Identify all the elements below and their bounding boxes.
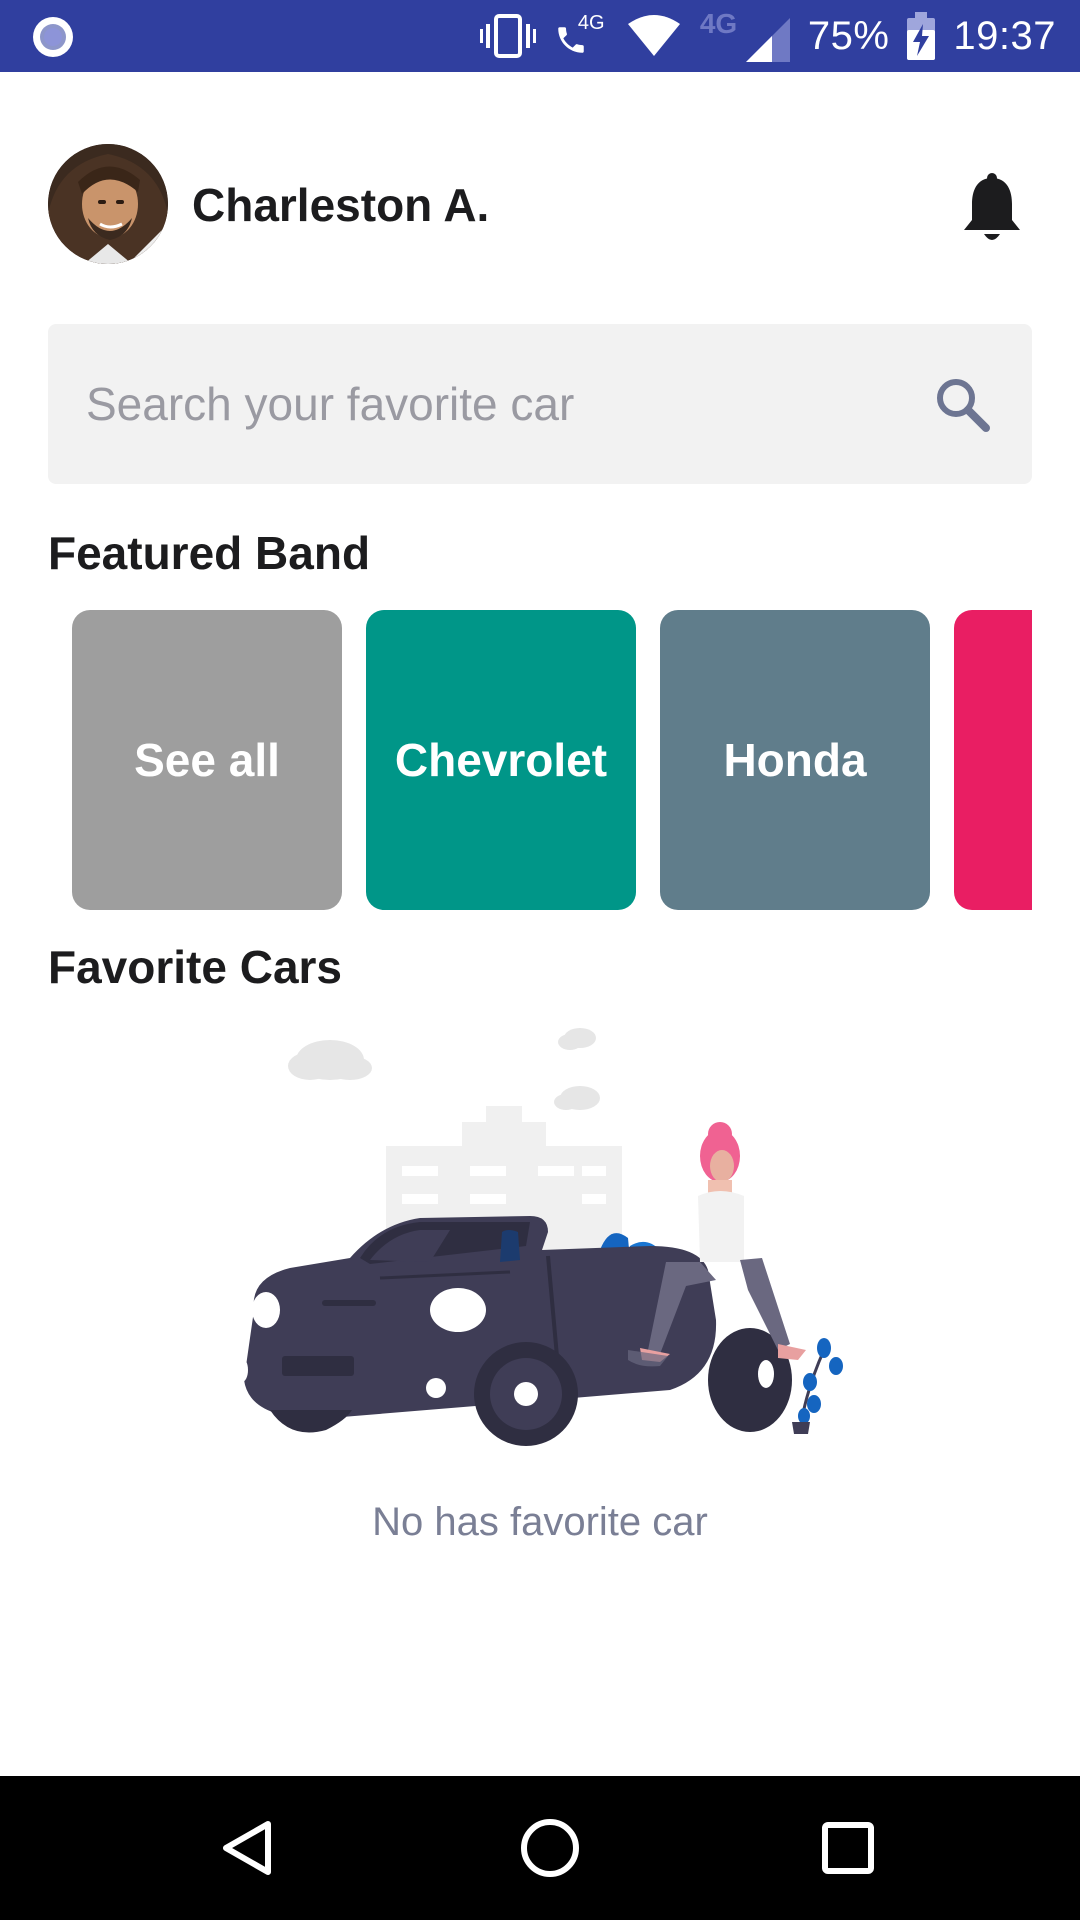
battery-percent: 75% bbox=[807, 13, 890, 58]
search-icon bbox=[937, 379, 990, 432]
network-type-label: 4G bbox=[577, 12, 605, 34]
avatar[interactable] bbox=[48, 144, 168, 264]
notification-button[interactable] bbox=[952, 168, 1032, 248]
empty-favorites-message: No has favorite car bbox=[372, 1500, 708, 1544]
network-type-label-2: 4G bbox=[699, 8, 738, 39]
system-navigation-bar bbox=[0, 1776, 1080, 1920]
user-name: Charleston A. bbox=[192, 179, 490, 231]
recents-square-icon bbox=[822, 1822, 874, 1874]
home-button[interactable] bbox=[514, 1812, 586, 1884]
brand-card-honda[interactable]: Honda bbox=[660, 610, 930, 910]
app-notification-icon bbox=[33, 17, 73, 57]
back-button[interactable] bbox=[212, 1812, 284, 1884]
search-bar bbox=[48, 324, 1032, 484]
brand-card-label: See all bbox=[134, 734, 280, 786]
status-bar: 4G 4G 75% 19:37 bbox=[0, 0, 1080, 72]
cell-signal: 4G bbox=[700, 8, 790, 64]
favorites-section-title: Favorite Cars bbox=[48, 941, 343, 993]
brand-card-chevrolet[interactable]: Chevrolet bbox=[366, 610, 636, 910]
bell-icon bbox=[964, 173, 1020, 240]
brand-card-see-all[interactable]: See all bbox=[72, 610, 342, 910]
empty-state-illustration bbox=[236, 1028, 843, 1446]
wifi-icon bbox=[627, 15, 680, 56]
brand-card-label: Honda bbox=[723, 734, 867, 786]
signal-icon bbox=[745, 18, 790, 62]
featured-section-title: Featured Band bbox=[48, 527, 371, 579]
brand-card-partial[interactable] bbox=[954, 610, 1032, 910]
clock: 19:37 bbox=[953, 13, 1056, 58]
back-triangle-icon bbox=[223, 1821, 271, 1875]
recents-button[interactable] bbox=[812, 1812, 884, 1884]
brand-carousel[interactable]: See all Chevrolet Honda bbox=[48, 608, 1032, 912]
user-avatar-icon bbox=[48, 144, 168, 264]
brand-card-label: Chevrolet bbox=[394, 734, 608, 786]
battery-charging-icon bbox=[907, 12, 936, 60]
search-input[interactable] bbox=[84, 324, 884, 484]
call-4g-icon: 4G bbox=[554, 12, 608, 60]
profile-header: Charleston A. bbox=[48, 144, 1032, 264]
search-button[interactable] bbox=[932, 374, 992, 434]
home-circle-icon bbox=[521, 1819, 579, 1877]
vibrate-icon bbox=[479, 14, 536, 58]
